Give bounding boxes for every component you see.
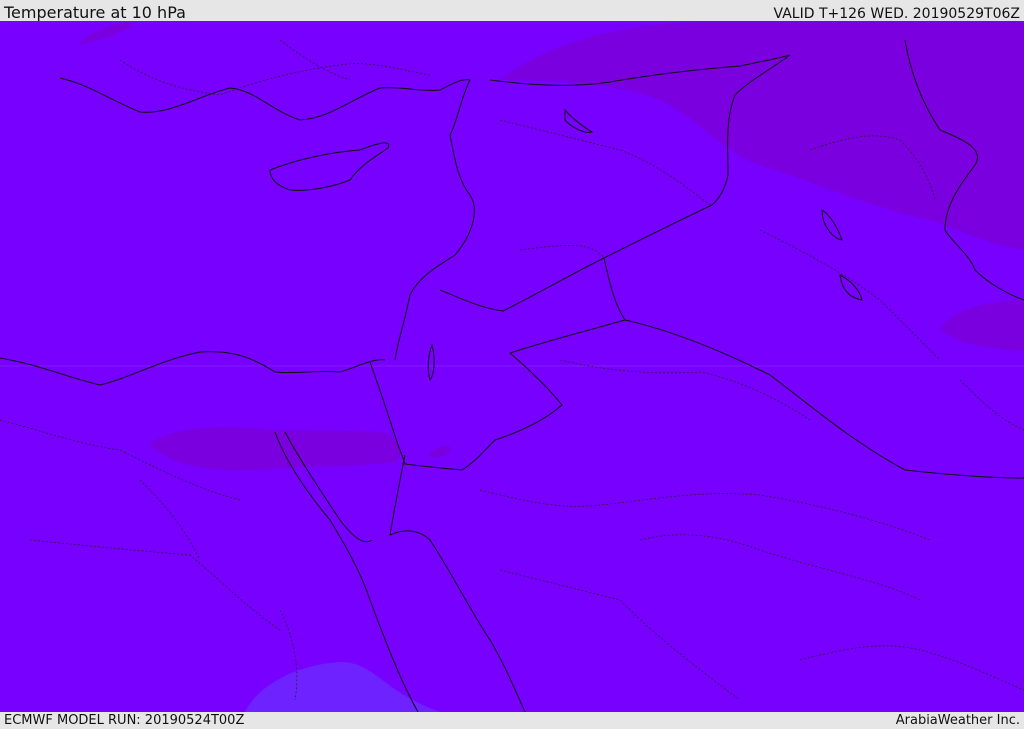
map-frame: Temperature at 10 hPa VALID T+126 WED. 2… xyxy=(0,0,1024,729)
model-run-label: ECMWF MODEL RUN: 20190524T00Z xyxy=(4,713,245,728)
map-canvas[interactable] xyxy=(0,21,1024,712)
map-svg xyxy=(0,21,1024,712)
header-bar: Temperature at 10 hPa VALID T+126 WED. 2… xyxy=(0,0,1024,22)
temperature-field-egypt xyxy=(150,427,400,471)
map-title: Temperature at 10 hPa xyxy=(4,3,186,22)
footer-bar: ECMWF MODEL RUN: 20190524T00Z ArabiaWeat… xyxy=(0,712,1024,729)
credit-label: ArabiaWeather Inc. xyxy=(895,713,1020,728)
